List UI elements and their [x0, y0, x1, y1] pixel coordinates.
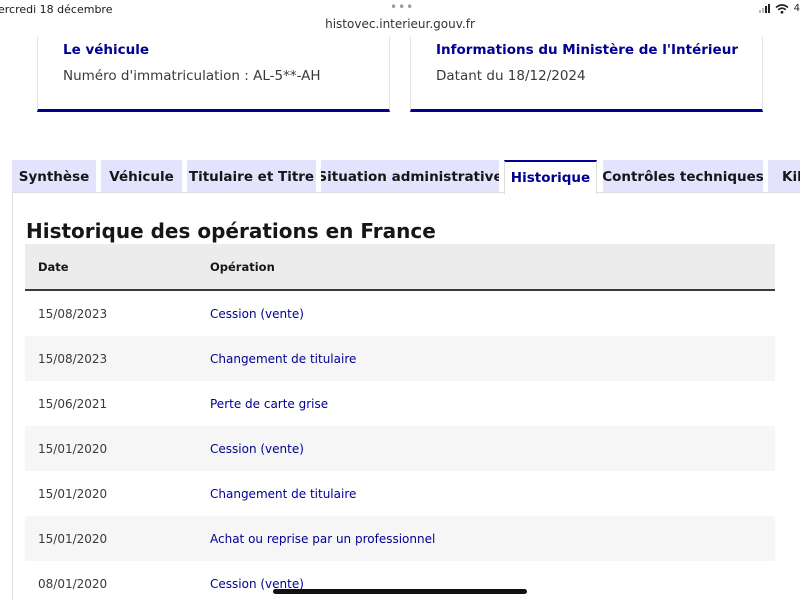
address-bar[interactable]: histovec.interieur.gouv.fr — [0, 17, 800, 31]
table-header: Date Opération — [25, 244, 775, 291]
row-date: 15/08/2023 — [38, 306, 108, 321]
status-date: ercredi 18 décembre — [0, 3, 113, 16]
vehicle-card-title: Le véhicule — [63, 42, 150, 58]
row-date: 15/01/2020 — [38, 441, 108, 456]
row-date: 15/06/2021 — [38, 396, 108, 411]
ministry-card: Informations du Ministère de l'Intérieur… — [410, 36, 763, 112]
battery-icon: 4 — [793, 3, 800, 14]
status-bar: ercredi 18 décembre ••• histovec.interie… — [0, 0, 800, 36]
table-row: 15/01/2020 Cession (vente) — [25, 426, 775, 471]
tab-vehicule[interactable]: Véhicule — [101, 160, 182, 193]
tab-bar: Synthèse Véhicule Titulaire et Titre Sit… — [0, 160, 800, 194]
row-operation-link[interactable]: Changement de titulaire — [210, 352, 356, 366]
tab-titulaire[interactable]: Titulaire et Titre — [187, 160, 316, 193]
tab-label: Titulaire et Titre — [188, 168, 315, 185]
url-text: histovec.interieur.gouv.fr — [325, 17, 475, 31]
home-indicator[interactable] — [273, 589, 527, 594]
tab-label: Synthèse — [18, 168, 90, 185]
row-operation-link[interactable]: Cession (vente) — [210, 307, 304, 321]
tab-situation-administrative[interactable]: Situation administrative — [321, 160, 499, 193]
table-row: 15/01/2020 Changement de titulaire — [25, 471, 775, 516]
registration-number: Numéro d'immatriculation : AL-5**-AH — [63, 68, 321, 84]
row-date: 15/08/2023 — [38, 351, 108, 366]
table-row: 08/01/2020 Cession (vente) — [25, 561, 775, 600]
report-date: Datant du 18/12/2024 — [436, 68, 586, 84]
date-column-header: Date — [38, 259, 69, 274]
tab-label: Contrôles techniques — [603, 168, 763, 185]
signal-icon — [758, 4, 770, 13]
tab-kilometrage[interactable]: Kilo — [768, 160, 800, 193]
row-operation-link[interactable]: Changement de titulaire — [210, 487, 356, 501]
tab-historique[interactable]: Historique — [504, 160, 597, 194]
more-dots-icon[interactable]: ••• — [390, 0, 414, 14]
tab-controles-techniques[interactable]: Contrôles techniques — [603, 160, 763, 193]
row-date: 15/01/2020 — [38, 486, 108, 501]
row-operation-link[interactable]: Cession (vente) — [210, 442, 304, 456]
status-icons: 4 — [758, 3, 800, 14]
tab-synthese[interactable]: Synthèse — [12, 160, 96, 193]
history-table: Date Opération 15/08/2023 Cession (vente… — [25, 244, 775, 600]
row-date: 08/01/2020 — [38, 576, 108, 591]
page-title: Historique des opérations en France — [26, 219, 436, 243]
tab-label: Kilo — [782, 168, 800, 185]
tab-label: Historique — [510, 170, 591, 186]
table-row: 15/01/2020 Achat ou reprise par un profe… — [25, 516, 775, 561]
row-operation-link[interactable]: Achat ou reprise par un professionnel — [210, 532, 435, 546]
tab-label: Véhicule — [109, 168, 174, 185]
row-date: 15/01/2020 — [38, 531, 108, 546]
ministry-card-title: Informations du Ministère de l'Intérieur — [436, 42, 738, 58]
table-row: 15/08/2023 Changement de titulaire — [25, 336, 775, 381]
table-row: 15/08/2023 Cession (vente) — [25, 291, 775, 336]
wifi-icon — [775, 3, 789, 14]
tab-label: Situation administrative — [321, 168, 499, 185]
operation-column-header: Opération — [210, 259, 275, 274]
table-row: 15/06/2021 Perte de carte grise — [25, 381, 775, 426]
vehicle-card: Le véhicule Numéro d'immatriculation : A… — [37, 36, 390, 112]
row-operation-link[interactable]: Perte de carte grise — [210, 397, 328, 411]
